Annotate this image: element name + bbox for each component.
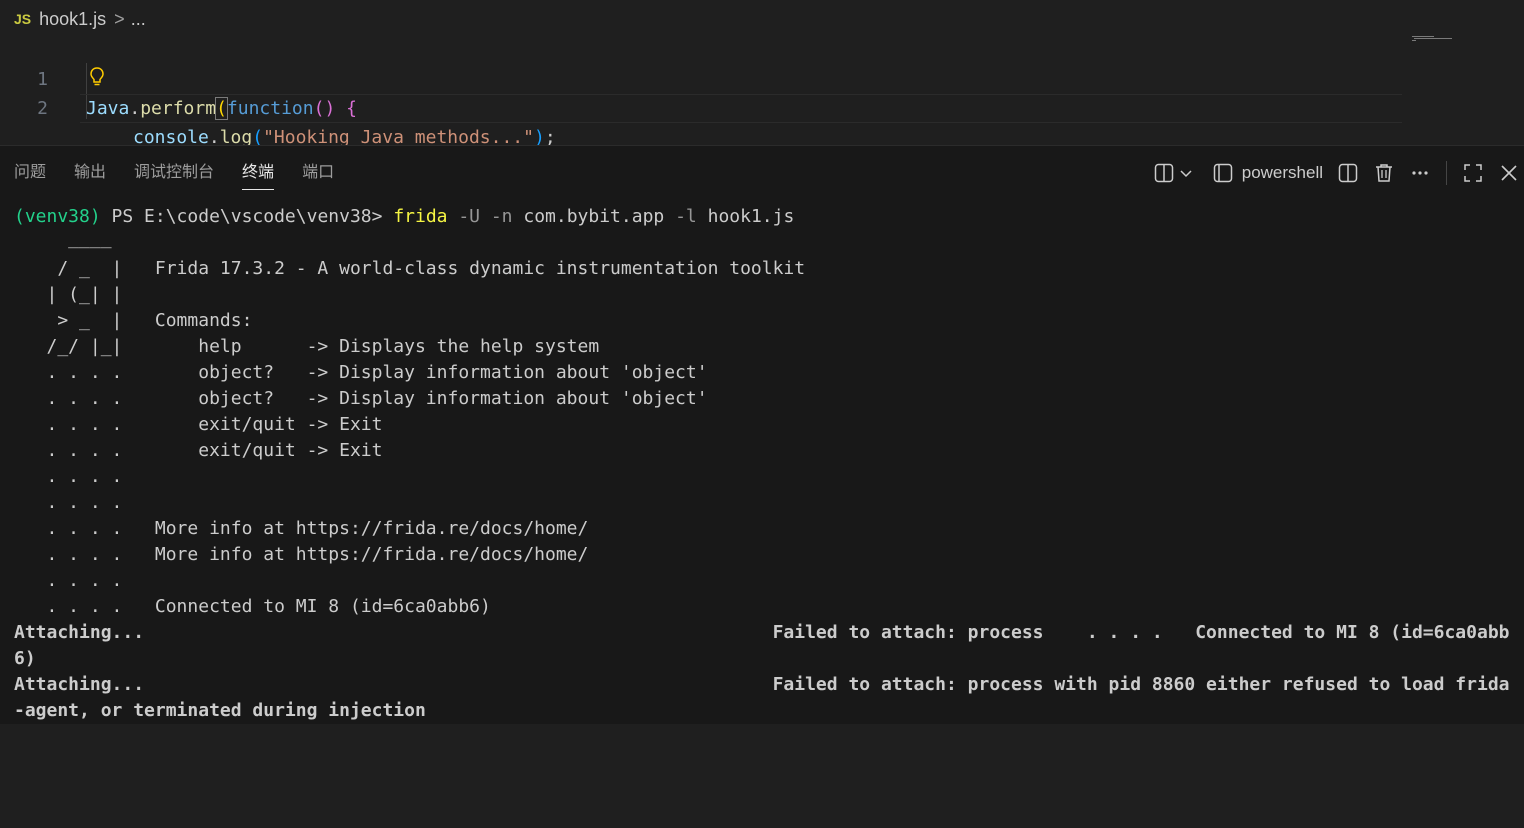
more-icon xyxy=(1412,171,1428,175)
split-icon xyxy=(1338,163,1358,183)
maximize-icon xyxy=(1464,164,1482,182)
banner-line: . . . . xyxy=(14,466,123,487)
maximize-panel-button[interactable] xyxy=(1462,159,1484,187)
tab-terminal[interactable]: 终端 xyxy=(228,146,288,200)
trash-icon xyxy=(1376,164,1392,182)
banner-line: . . . . xyxy=(14,492,123,513)
close-panel-button[interactable] xyxy=(1498,159,1520,187)
code-line-3[interactable]: 3 }) xyxy=(0,94,1404,207)
lightbulb-icon[interactable] xyxy=(90,67,104,87)
tab-output[interactable]: 输出 xyxy=(60,146,120,200)
terminal-command-line: (venv38) PS E:\code\vscode\venv38> frida… xyxy=(14,204,794,230)
prompt-path: PS E:\code\vscode\venv38> xyxy=(100,206,394,227)
bottom-panel: 问题 输出 调试控制台 终端 端口 powershell (venv38) PS… xyxy=(0,145,1524,724)
split-terminal-icon xyxy=(1154,163,1173,183)
tab-debug-console[interactable]: 调试控制台 xyxy=(120,146,228,200)
output-line: Attaching... Failed to attach: process w… xyxy=(14,674,1510,695)
code-line-2[interactable]: 2 console.log("Hooking Java methods...")… xyxy=(0,65,1404,148)
prompt-venv: (venv38) xyxy=(14,206,101,227)
breadcrumb: JS hook1.js > ... xyxy=(14,8,146,30)
close-icon xyxy=(1501,165,1517,181)
js-file-icon: JS xyxy=(14,11,32,27)
command-flag-l: -l xyxy=(664,206,708,227)
minimap[interactable] xyxy=(1408,35,1454,43)
banner-line: /_/ |_| help -> Displays the help system xyxy=(14,336,600,357)
code-line-1[interactable]: 1 Java.perform(function() { xyxy=(0,36,1404,120)
terminal-name: powershell xyxy=(1241,163,1323,182)
banner-line: . . . . exit/quit -> Exit xyxy=(14,414,383,435)
chevron-down-icon xyxy=(1180,170,1192,178)
more-actions-button[interactable] xyxy=(1409,159,1431,187)
banner-line: . . . . object? -> Display information a… xyxy=(14,362,708,383)
tab-problems[interactable]: 问题 xyxy=(0,146,60,200)
output-line: Attaching... Failed to attach: process .… xyxy=(14,622,1510,643)
banner-line: . . . . Connected to MI 8 (id=6ca0abb6) xyxy=(14,596,491,617)
terminal-icon xyxy=(1213,163,1232,183)
current-line-highlight xyxy=(80,94,1402,123)
kill-terminal-button[interactable] xyxy=(1373,159,1395,187)
command-package: com.bybit.app xyxy=(523,206,665,227)
chevron-right-icon: > xyxy=(114,8,125,29)
command-script: hook1.js xyxy=(707,206,795,227)
banner-line: ____ xyxy=(14,228,112,249)
banner-line: > _ | Commands: xyxy=(14,310,253,331)
banner-line: . . . . More info at https://frida.re/do… xyxy=(14,518,589,539)
editor-pane[interactable]: JS hook1.js > ... 1 Java.perform(functio… xyxy=(0,0,1524,207)
toolbar-divider xyxy=(1446,161,1447,185)
terminal-output[interactable]: (venv38) PS E:\code\vscode\venv38> frida… xyxy=(14,204,1524,724)
output-line: -agent, or terminated during injection xyxy=(14,700,426,721)
banner-line: . . . . object? -> Display information a… xyxy=(14,388,708,409)
new-terminal-split-button[interactable] xyxy=(1153,159,1175,187)
banner-line: | (_| | xyxy=(14,284,123,305)
terminal-selector[interactable]: powershell xyxy=(1212,159,1323,187)
banner-line: . . . . xyxy=(14,570,123,591)
terminal-launch-profile-button[interactable] xyxy=(1179,159,1193,187)
command-program: frida xyxy=(393,206,448,227)
tab-ports[interactable]: 端口 xyxy=(288,146,348,200)
panel-tabs: 问题 输出 调试控制台 终端 端口 xyxy=(0,146,348,200)
split-terminal-button[interactable] xyxy=(1337,159,1359,187)
banner-line: . . . . exit/quit -> Exit xyxy=(14,440,383,461)
output-line: 6) xyxy=(14,648,36,669)
breadcrumb-file-name[interactable]: hook1.js xyxy=(39,9,106,30)
breadcrumb-more[interactable]: ... xyxy=(131,9,146,30)
banner-line: . . . . More info at https://frida.re/do… xyxy=(14,544,589,565)
banner-line: / _ | Frida 17.3.2 - A world-class dynam… xyxy=(14,258,806,279)
command-flags: -U -n xyxy=(447,206,524,227)
panel-toolbar: powershell xyxy=(1146,146,1524,200)
